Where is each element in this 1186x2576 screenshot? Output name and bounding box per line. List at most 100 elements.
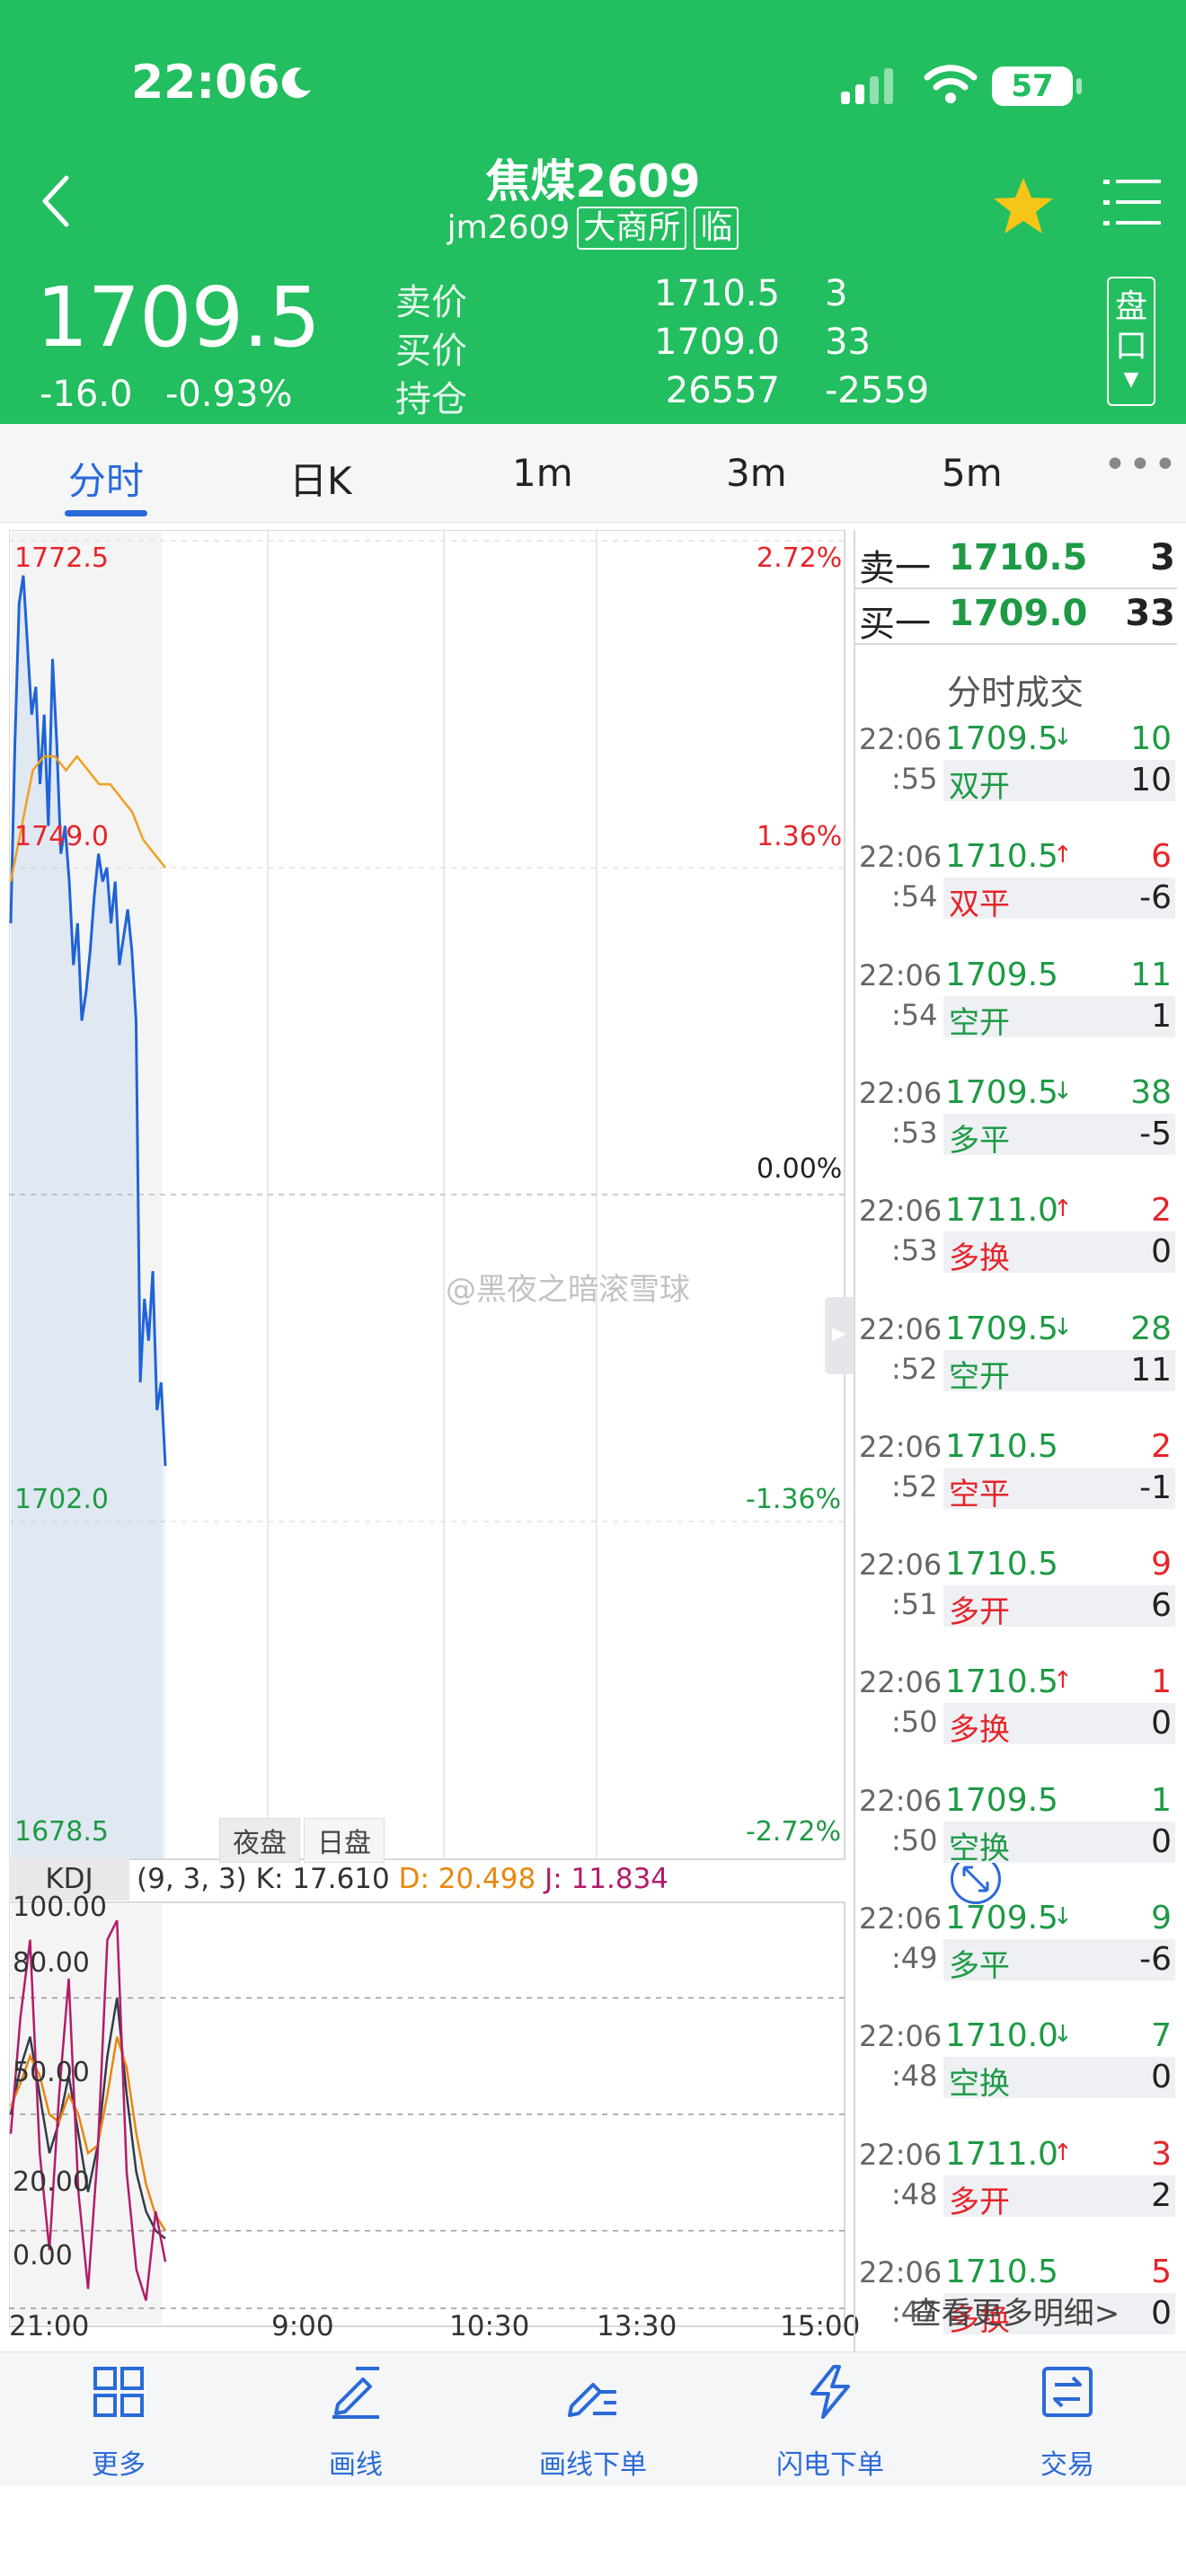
tick-seconds: :51 (891, 1587, 938, 1622)
pen-order-icon (568, 2383, 616, 2417)
tab-daily-k[interactable]: 日K (289, 451, 352, 506)
night-session-label[interactable]: 夜盘 (219, 1818, 300, 1863)
kdj-level-0: 0.00 (13, 2240, 73, 2272)
buy-1-volume: 33 (1125, 593, 1175, 634)
time-label-0900: 9:00 (271, 2310, 334, 2342)
tick-time: 22:06 (859, 840, 943, 875)
tab-intraday[interactable]: 分时 (68, 451, 144, 506)
nav-more-label: 更多 (92, 2449, 146, 2481)
collapse-panel-tab[interactable]: ▶ (825, 1297, 854, 1374)
tick-type: 多开 (949, 2183, 1010, 2220)
tick-oi-change: -6 (1139, 879, 1172, 917)
tick-row: 22:06:53 1709.5 ↓ 38 多平 -5 (854, 1074, 1175, 1164)
sell-1-volume: 3 (1150, 537, 1175, 578)
active-tab-indicator (65, 510, 147, 516)
nav-flash-order-label: 闪电下单 (776, 2449, 884, 2481)
tick-direction-icon: ↓ (1053, 2021, 1073, 2049)
kdj-j-value: J: 11.834 (544, 1863, 669, 1895)
tick-price: 1710.5 (945, 1427, 1058, 1465)
tick-row: 22:06:52 1710.5 2 空平 -1 (854, 1428, 1175, 1518)
tick-price: 1709.5 (945, 1073, 1058, 1111)
tick-direction-icon: ↓ (1053, 1077, 1073, 1105)
price-change: -16.0 (40, 374, 133, 415)
tick-type: 多换 (949, 1712, 1010, 1749)
cellular-signal-icon (841, 68, 893, 104)
tick-volume: 10 (1130, 720, 1172, 757)
nav-trade-label: 交易 (1040, 2449, 1094, 2481)
caret-right-icon: ▶ (832, 1322, 846, 1344)
tick-price: 1709.5 (945, 956, 1058, 993)
tick-volume: 2 (1151, 1192, 1172, 1230)
time-label-2100: 21:00 (9, 2310, 90, 2342)
tick-time: 22:06 (859, 722, 943, 756)
price-label-bottom: 1678.5 (14, 1816, 109, 1848)
tab-5m[interactable]: 5m (942, 451, 1003, 495)
tick-volume: 11 (1130, 956, 1172, 993)
bottom-nav: 更多 画线 画线下单 闪电下单 交易 (0, 2351, 1186, 2486)
tick-seconds: :49 (891, 1941, 938, 1975)
nav-draw-order[interactable]: 画线下单 (474, 2352, 712, 2487)
intraday-chart[interactable] (9, 530, 854, 2353)
tick-time: 22:06 (859, 957, 943, 992)
tick-type: 空开 (949, 1358, 1010, 1395)
pct-label-mid-up: 1.36% (757, 821, 843, 852)
bid-value: 1709.0 (654, 322, 780, 363)
kdj-level-100: 100.00 (13, 1892, 107, 1923)
tick-price: 1711.0 (945, 2135, 1058, 2173)
tick-time: 22:06 (859, 1075, 943, 1110)
tick-oi-change: 2 (1151, 2176, 1172, 2214)
nav-draw-line-label: 画线 (329, 2449, 383, 2481)
pen-line-icon (332, 2367, 379, 2419)
tick-price: 1711.0 (945, 1192, 1058, 1230)
tick-price: 1709.5 (945, 1781, 1058, 1819)
tick-seconds: :50 (891, 1705, 938, 1740)
tick-row: 22:06:48 1711.0 ↑ 3 多开 2 (854, 2136, 1175, 2226)
tick-oi-change: 6 (1151, 1587, 1172, 1625)
lightning-icon (810, 2365, 850, 2419)
tick-direction-icon: ↑ (1053, 1667, 1073, 1695)
tick-row: 22:06:55 1709.5 ↓ 10 双开 10 (854, 720, 1175, 810)
tick-type: 多换 (949, 1240, 1010, 1277)
price-label-mid-down: 1702.0 (14, 1484, 109, 1515)
tick-oi-change: -6 (1139, 1941, 1172, 1978)
tab-3m[interactable]: 3m (726, 451, 787, 495)
tick-row: 22:06:51 1710.5 9 多开 6 (854, 1546, 1175, 1636)
tick-time: 22:06 (859, 1429, 943, 1464)
favorite-star-icon[interactable] (992, 176, 1055, 235)
nav-more[interactable]: 更多 (0, 2352, 237, 2487)
period-tabs: 分时 日K 1m 3m 5m ••• (0, 424, 1186, 523)
tick-volume: 5 (1151, 2253, 1172, 2290)
trade-panel: 卖一 1710.5 3 买一 1709.0 33 分时成交 22:06:55 17… (854, 530, 1177, 2408)
tick-time: 22:06 (859, 1665, 943, 1700)
nav-trade[interactable]: 交易 (949, 2352, 1186, 2487)
price-label-top: 1772.5 (14, 543, 109, 574)
nav-draw-line[interactable]: 画线 (237, 2352, 474, 2487)
tick-volume: 7 (1151, 2017, 1172, 2055)
tick-direction-icon: ↓ (1053, 1313, 1073, 1341)
tick-seconds: :53 (891, 1233, 938, 1268)
pankou-button[interactable]: 盘口 ▼ (1107, 277, 1155, 406)
tick-price: 1710.5 (945, 1663, 1058, 1701)
oi-value: 26557 (665, 370, 780, 411)
tick-time: 22:06 (859, 1194, 943, 1229)
tick-time: 22:06 (859, 2254, 943, 2289)
ask-volume: 3 (825, 273, 848, 314)
more-dots-icon[interactable]: ••• (1103, 442, 1179, 488)
price-label-mid-up: 1749.0 (14, 821, 109, 852)
more-detail-link[interactable]: 查看更多明细> (854, 2289, 1177, 2333)
tick-volume: 2 (1151, 1427, 1172, 1465)
day-session-label[interactable]: 日盘 (304, 1818, 385, 1863)
tab-1m[interactable]: 1m (512, 451, 573, 495)
sell-1-label: 卖一 (859, 548, 931, 589)
tick-price: 1710.0 (945, 2017, 1058, 2055)
tick-price: 1709.5 (945, 1900, 1058, 1936)
quote-header: 22:06 57 焦煤2609 jm2609 大商所临 1709.5 -16.0 … (0, 0, 1186, 424)
nav-flash-order[interactable]: 闪电下单 (712, 2352, 949, 2487)
tick-direction-icon: ↑ (1053, 842, 1073, 869)
tick-type: 多平 (949, 1122, 1010, 1159)
menu-list-icon[interactable] (1103, 176, 1161, 230)
tick-type: 空换 (949, 1830, 1010, 1866)
tick-price: 1710.5 (945, 1546, 1058, 1584)
tick-volume: 9 (1151, 1546, 1172, 1584)
bid-volume: 33 (825, 322, 871, 363)
